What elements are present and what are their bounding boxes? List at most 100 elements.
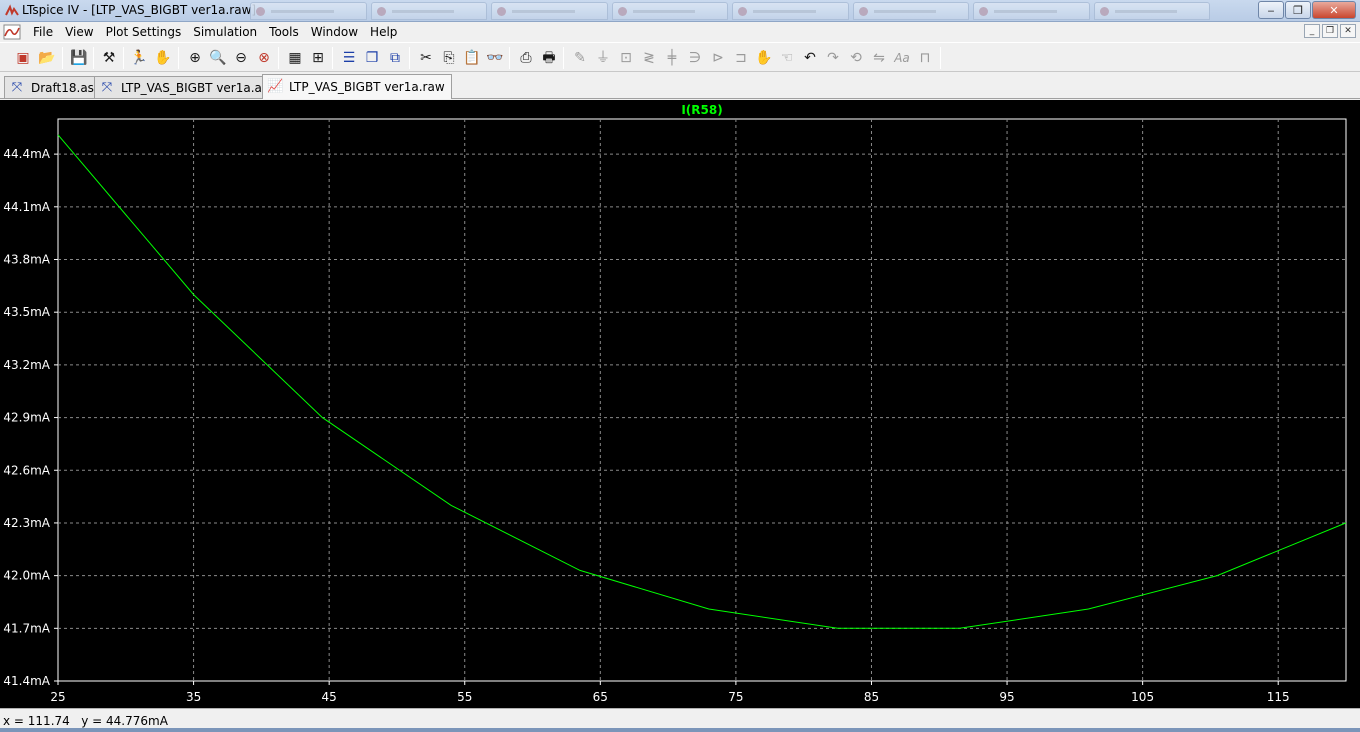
- trace-i-r58: [57, 134, 1347, 629]
- inductor-icon[interactable]: ∋: [686, 49, 704, 67]
- resistor-icon[interactable]: ≷: [640, 49, 658, 67]
- trace-label-i-r58[interactable]: I(R58): [681, 103, 722, 117]
- close-all-icon[interactable]: ⧉: [386, 49, 404, 67]
- tab-ltp-vas-asc[interactable]: ⤧ LTP_VAS_BIGBT ver1a.asc: [94, 76, 282, 98]
- taskbar: [0, 728, 1360, 732]
- waveform-icon: 📈: [267, 79, 284, 94]
- ground-icon[interactable]: ⏚: [594, 49, 612, 67]
- cascade-icon[interactable]: ❐: [363, 49, 381, 67]
- tab-label: LTP_VAS_BIGBT ver1a.asc: [121, 80, 275, 95]
- x-tick-label: 55: [457, 690, 472, 704]
- maximize-button[interactable]: ❐: [1285, 1, 1311, 19]
- y-tick-label: 43.8mA: [3, 253, 50, 267]
- document-tabs: ⤧ Draft18.asc ⤧ LTP_VAS_BIGBT ver1a.asc …: [0, 73, 1360, 99]
- menu-plot-settings[interactable]: Plot Settings: [100, 25, 188, 39]
- control-panel-icon[interactable]: ⚒: [100, 49, 118, 67]
- find-binoculars-icon[interactable]: 👓: [486, 49, 504, 67]
- x-tick-label: 35: [186, 690, 201, 704]
- label-net-icon[interactable]: ⊡: [617, 49, 635, 67]
- halt-hand-icon[interactable]: ✋: [154, 49, 172, 67]
- y-tick-label: 41.4mA: [3, 674, 50, 688]
- x-tick-label: 25: [50, 690, 65, 704]
- zoom-in-icon[interactable]: ⊕: [186, 49, 204, 67]
- minimize-button[interactable]: ‒: [1258, 1, 1284, 19]
- tile-horizontal-icon[interactable]: ☰: [340, 49, 358, 67]
- menu-help[interactable]: Help: [364, 25, 403, 39]
- y-axis-ticks: 41.4mA 41.7mA 42.0mA 42.3mA 42.6mA 42.9mA 43.2…: [3, 147, 58, 688]
- background-tab[interactable]: [370, 2, 487, 20]
- ltspice-logo-icon: [5, 4, 19, 16]
- x-tick-label: 85: [864, 690, 879, 704]
- text-icon[interactable]: Aa: [893, 49, 911, 67]
- zoom-fit-icon[interactable]: ⊗: [255, 49, 273, 67]
- y-tick-label: 43.5mA: [3, 305, 50, 319]
- open-folder-icon[interactable]: 📂: [38, 49, 56, 67]
- waveform-plot-pane[interactable]: I(R58) 41.4mA 41.7mA 42.0mA 42.3mA 42.6mA 42.…: [0, 100, 1360, 708]
- menu-view[interactable]: View: [59, 25, 99, 39]
- component-icon[interactable]: ⊐: [732, 49, 750, 67]
- traces: [57, 134, 1347, 629]
- y-tick-label: 43.2mA: [3, 358, 50, 372]
- y-tick-label: 41.7mA: [3, 621, 50, 635]
- close-button[interactable]: ✕: [1312, 1, 1356, 19]
- print-icon[interactable]: 🖶: [540, 49, 558, 67]
- diode-icon[interactable]: ⊳: [709, 49, 727, 67]
- menu-file[interactable]: File: [27, 25, 59, 39]
- background-tab[interactable]: [973, 2, 1090, 20]
- move-hand-icon[interactable]: ✋: [755, 49, 773, 67]
- mdi-minimize-button[interactable]: _: [1304, 24, 1320, 38]
- waveform-plot[interactable]: I(R58) 41.4mA 41.7mA 42.0mA 42.3mA 42.6mA 42.…: [0, 100, 1360, 708]
- background-tab[interactable]: [732, 2, 849, 20]
- background-tab[interactable]: [250, 2, 367, 20]
- cursor-y-readout: y = 44.776mA: [81, 713, 168, 728]
- spice-directive-icon[interactable]: ⊓: [916, 49, 934, 67]
- background-tab[interactable]: [611, 2, 728, 20]
- y-tick-label: 42.9mA: [3, 411, 50, 425]
- menu-simulation[interactable]: Simulation: [187, 25, 263, 39]
- copy-icon[interactable]: ⎘: [440, 49, 458, 67]
- drag-hand-icon[interactable]: ☜: [778, 49, 796, 67]
- redo-icon[interactable]: ↷: [824, 49, 842, 67]
- undo-icon[interactable]: ↶: [801, 49, 819, 67]
- mirror-icon[interactable]: ⇋: [870, 49, 888, 67]
- background-tab[interactable]: [491, 2, 608, 20]
- schematic-icon: ⤧: [11, 79, 23, 95]
- background-tab[interactable]: [1093, 2, 1210, 20]
- tab-ltp-vas-raw[interactable]: 📈 LTP_VAS_BIGBT ver1a.raw: [262, 74, 452, 99]
- menu-bar: File View Plot Settings Simulation Tools…: [0, 22, 1360, 42]
- rotate-icon[interactable]: ⟲: [847, 49, 865, 67]
- new-schematic-icon[interactable]: ▣: [14, 49, 32, 67]
- tab-draft18[interactable]: ⤧ Draft18.asc: [4, 76, 108, 98]
- pick-visible-traces-icon[interactable]: ⊞: [309, 49, 327, 67]
- menu-tools[interactable]: Tools: [263, 25, 305, 39]
- mdi-close-button[interactable]: ✕: [1340, 24, 1356, 38]
- y-tick-label: 44.1mA: [3, 200, 50, 214]
- waveform-app-icon[interactable]: [3, 24, 21, 40]
- y-tick-label: 42.6mA: [3, 463, 50, 477]
- pan-icon[interactable]: 🔍: [209, 49, 227, 67]
- run-icon[interactable]: 🏃: [130, 49, 148, 67]
- zoom-out-icon[interactable]: ⊖: [232, 49, 250, 67]
- x-tick-label: 115: [1267, 690, 1290, 704]
- wire-icon[interactable]: ✎: [571, 49, 589, 67]
- autorange-icon[interactable]: ▦: [286, 49, 304, 67]
- menu-window[interactable]: Window: [305, 25, 364, 39]
- window-title: LTspice IV - [LTP_VAS_BIGBT ver1a.raw]: [22, 3, 257, 17]
- background-tab[interactable]: [852, 2, 969, 20]
- save-icon[interactable]: 💾: [70, 49, 88, 67]
- background-window-tabs: [250, 2, 1210, 20]
- capacitor-icon[interactable]: ╪: [663, 49, 681, 67]
- tab-label: LTP_VAS_BIGBT ver1a.raw: [289, 80, 445, 94]
- x-tick-label: 95: [999, 690, 1014, 704]
- print-preview-icon[interactable]: ⎙: [517, 49, 535, 67]
- y-tick-label: 42.0mA: [3, 569, 50, 583]
- mdi-restore-button[interactable]: ❐: [1322, 24, 1338, 38]
- paste-icon[interactable]: 📋: [463, 49, 481, 67]
- title-bar: LTspice IV - [LTP_VAS_BIGBT ver1a.raw] ‒…: [0, 0, 1360, 22]
- x-tick-label: 75: [728, 690, 743, 704]
- tab-label: Draft18.asc: [31, 80, 101, 95]
- y-tick-label: 42.3mA: [3, 516, 50, 530]
- plot-frame: [57, 118, 1347, 682]
- cut-icon[interactable]: ✂: [417, 49, 435, 67]
- toolbar: ▣ 📂 💾 ⚒ 🏃 ✋ ⊕ 🔍 ⊖ ⊗ ▦ ⊞ ☰ ❐ ⧉ ✂ ⎘ 📋 👓 ⎙ …: [0, 42, 1360, 72]
